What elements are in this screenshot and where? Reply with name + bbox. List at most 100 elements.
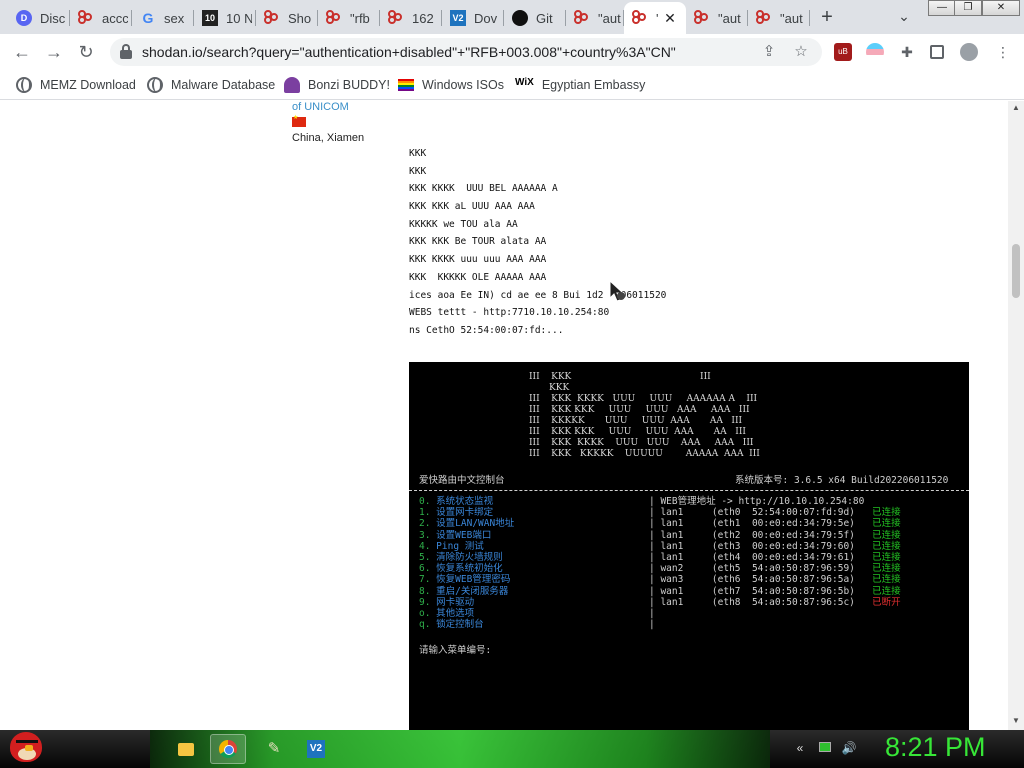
reload-icon[interactable]: ↻: [74, 40, 98, 64]
taskbar-explorer[interactable]: [168, 734, 204, 764]
tab-10[interactable]: ' ✕: [624, 2, 686, 34]
bookmark-item[interactable]: Windows ISOs: [398, 76, 504, 94]
bookmarks-bar: MEMZ Download Malware Database Bonzi BUDDY…: [0, 70, 1024, 100]
tab-title: accc: [102, 10, 128, 26]
interface-info: | lan1 (eth8 54:a0:50:87:96:5c): [649, 596, 873, 608]
tab-3[interactable]: 10 10 N: [194, 2, 256, 34]
menu-number: 8.: [419, 585, 437, 597]
bonzi-icon: [284, 77, 300, 93]
bookmark-star-icon[interactable]: ☆: [792, 43, 810, 61]
globe-icon: [147, 77, 163, 93]
url-text[interactable]: shodan.io/search?query="authentication+d…: [142, 44, 676, 60]
shodan-icon: [326, 10, 342, 26]
shodan-icon: [78, 10, 94, 26]
bookmark-item[interactable]: Malware Database: [147, 76, 275, 94]
address-bar[interactable]: shodan.io/search?query="authentication+d…: [110, 38, 822, 66]
ascii-line: III KKK KKKK UUU UUU AAA AAA III: [529, 438, 754, 448]
tab-8[interactable]: Git: [504, 2, 566, 34]
interface-status: 已连接: [872, 585, 901, 597]
menu-number: 1.: [419, 507, 437, 519]
menu-item: 7. 恢复WEB管理密码: [419, 574, 514, 585]
scroll-down-icon[interactable]: ▼: [1012, 716, 1020, 725]
maximize-button[interactable]: ❐: [954, 0, 982, 16]
menu-number: 9.: [419, 596, 437, 608]
ascii-line: III KKK KKK UUU UUU AAA AA III: [529, 427, 746, 437]
bookmark-item[interactable]: WiX Egyptian Embassy: [515, 76, 645, 94]
side-panel-icon[interactable]: [930, 45, 944, 59]
menu-item: q. 锁定控制台: [419, 619, 514, 630]
tab-1[interactable]: accc: [70, 2, 132, 34]
china-flag-icon: [292, 114, 306, 127]
volume-icon[interactable]: 🔊: [841, 740, 857, 756]
tab-7[interactable]: V2 Dov: [442, 2, 504, 34]
extension-flag-icon[interactable]: [866, 43, 884, 61]
interface-row: | lan1 (eth3 00:e0:ed:34:79:60) 已连接: [649, 541, 901, 552]
minimize-button[interactable]: —: [928, 0, 956, 16]
taskbar-app[interactable]: ✎: [256, 734, 292, 764]
ten-icon: 10: [202, 10, 218, 26]
interface-row: | lan1 (eth0 52:54:00:07:fd:9d) 已连接: [649, 507, 901, 518]
tab-title: Sho: [288, 10, 312, 26]
taskbar-chrome[interactable]: [210, 734, 246, 764]
new-tab-button[interactable]: +: [815, 6, 839, 28]
menu-item: 2. 设置LAN/WAN地址: [419, 518, 514, 529]
mouse-cursor-icon: [609, 280, 625, 302]
interface-row: | lan1 (eth2 00:e0:ed:34:79:5f) 已连接: [649, 530, 901, 541]
interface-info: | lan1 (eth2 00:e0:ed:34:79:5f): [649, 529, 873, 541]
lock-icon[interactable]: [120, 44, 132, 59]
bookmark-item[interactable]: Bonzi BUDDY!: [284, 76, 390, 94]
menu-label: 其他选项: [436, 607, 475, 619]
console-menu: 0. 系统状态监视 1. 设置网卡绑定 2. 设置LAN/WAN地址 3. 设置WEB…: [419, 496, 514, 630]
tab-9[interactable]: "aut: [566, 2, 624, 34]
tab-12[interactable]: "aut: [748, 2, 810, 34]
tab-0[interactable]: D Disc: [8, 2, 70, 34]
taskbar-v2[interactable]: V2: [298, 734, 334, 764]
banner-line: KKK KKK aL UUU AAA AAA: [409, 201, 535, 213]
banner-line: KKK KKKK uuu uuu AAA AAA: [409, 254, 547, 266]
menu-number: q.: [419, 619, 437, 631]
menu-kebab-icon[interactable]: ⋮: [994, 43, 1012, 61]
page-scrollbar[interactable]: ▲ ▼: [1008, 101, 1024, 730]
back-icon[interactable]: ←: [10, 40, 34, 64]
shodan-icon: [388, 10, 404, 26]
menu-label: 系统状态监视: [436, 496, 494, 507]
start-button-angry-bird-icon[interactable]: [8, 728, 44, 766]
tab-5[interactable]: "rfb: [318, 2, 380, 34]
interface-info: | lan1 (eth3 00:e0:ed:34:79:60): [649, 540, 873, 552]
tab-2[interactable]: Gsex: [132, 2, 194, 34]
menu-number: 5.: [419, 551, 437, 563]
bookmark-item[interactable]: MEMZ Download: [16, 76, 136, 94]
taskbar-clock[interactable]: 8:21 PM: [885, 732, 986, 763]
share-icon[interactable]: ⇪: [760, 43, 778, 61]
tab-strip: D Disc accc Gsex 10 10 N Sho "rfb 162 V2 Dov Git "au…: [0, 0, 1024, 34]
menu-item: 5. 清除防火墙规则: [419, 552, 514, 563]
menu-label: 恢复系统初始化: [436, 563, 503, 575]
tab-title: Disc: [40, 10, 66, 26]
bookmark-label: Malware Database: [171, 78, 276, 92]
forward-icon[interactable]: →: [42, 40, 66, 64]
close-window-button[interactable]: ✕: [982, 0, 1020, 16]
wix-icon: WiX: [515, 77, 534, 88]
scroll-up-icon[interactable]: ▲: [1012, 103, 1020, 112]
profile-avatar-icon[interactable]: [960, 43, 978, 61]
network-icon[interactable]: [817, 740, 833, 756]
tab-6[interactable]: 162: [380, 2, 442, 34]
menu-number: o.: [419, 607, 437, 619]
banner-text: KKK KKK KKK KKKK UUU BEL AAAAAA A KKK KKK a…: [409, 145, 666, 340]
tab-search-chevron-icon[interactable]: ⌄: [895, 8, 913, 26]
tab-title: "aut: [718, 10, 741, 26]
scrollbar-thumb[interactable]: [1012, 244, 1020, 298]
tray-arrow-icon[interactable]: «: [792, 740, 808, 756]
interface-info: | wan2 (eth5 54:a0:50:87:96:59): [649, 563, 873, 575]
menu-item: 0. 系统状态监视: [419, 496, 514, 507]
tab-11[interactable]: "aut: [686, 2, 748, 34]
extensions-puzzle-icon[interactable]: ✚: [898, 43, 916, 61]
menu-number: 2.: [419, 518, 437, 530]
tab-4[interactable]: Sho: [256, 2, 318, 34]
shodan-icon: [694, 10, 710, 26]
tab-close-icon[interactable]: ✕: [662, 10, 678, 26]
vnc-screenshot[interactable]: III KKK III KKK III KKK KKKK UUU UUU AAAA…: [409, 362, 969, 730]
isp-link[interactable]: of UNICOM: [292, 101, 349, 113]
ublock-icon[interactable]: uB: [834, 43, 852, 61]
bookmark-label: Egyptian Embassy: [541, 78, 646, 92]
